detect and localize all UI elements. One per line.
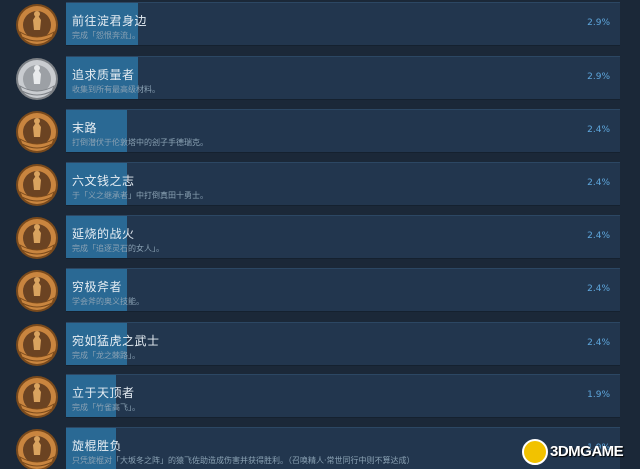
figure-kneel-icon [14, 2, 60, 48]
achievement-title: 追求质量者 [72, 68, 135, 82]
progress-bar [66, 2, 620, 46]
woman-icon [14, 215, 60, 261]
watermark-text: 3DMGAME [550, 443, 624, 460]
achievement-row[interactable]: 立于天顶者完成「竹雀高飞」。 1.9% [0, 372, 640, 420]
tiger-samurai-icon [14, 322, 60, 368]
achievement-row[interactable]: 末路打倒潜伏于伦敦塔中的刽子手德瑞克。 2.4% [0, 107, 640, 155]
unlock-percentage: 2.9% [587, 18, 610, 28]
achievement-title: 延烧的战火 [72, 227, 135, 241]
warrior-icon [14, 162, 60, 208]
progress-bar [66, 374, 620, 418]
unlock-percentage: 2.4% [587, 338, 610, 348]
achievement-title: 六文钱之志 [72, 174, 135, 188]
progress-bar [66, 268, 620, 312]
achievement-description: 于「义之继承者」中打倒真田十勇士。 [72, 191, 208, 200]
achievement-title: 穷极斧者 [72, 280, 123, 294]
unlock-percentage: 2.9% [587, 72, 610, 82]
tonfa-icon [14, 427, 60, 469]
bird-icon [14, 374, 60, 420]
achievement-row[interactable]: 延烧的战火完成「追逐灵石的女人」。 2.4% [0, 213, 640, 261]
achievement-row[interactable]: 六文钱之志于「义之继承者」中打倒真田十勇士。 2.4% [0, 160, 640, 208]
achievement-title: 宛如猛虎之武士 [72, 334, 160, 348]
unlock-percentage: 2.4% [587, 284, 610, 294]
achievement-title: 前往淀君身边 [72, 14, 148, 28]
achievement-description: 完成「追逐灵石的女人」。 [72, 244, 164, 253]
unlock-percentage: 2.4% [587, 178, 610, 188]
unlock-percentage: 1.9% [587, 390, 610, 400]
achievement-title: 末路 [72, 121, 98, 135]
achievement-row[interactable]: 追求质量者收集到所有最高级材料。 2.9% [0, 54, 640, 102]
swirl-icon [14, 56, 60, 102]
achievement-description: 只凭旋棍对「大坂冬之阵」的猿飞佐助造成伤害并获得胜利。（召唤精人·常世同行中则不… [72, 456, 415, 465]
achievement-title: 立于天顶者 [72, 386, 135, 400]
executioner-icon [14, 109, 60, 155]
achievement-description: 收集到所有最高级材料。 [72, 85, 160, 94]
achievement-description: 完成「龙之棘路」。 [72, 351, 140, 360]
achievement-row[interactable]: 宛如猛虎之武士完成「龙之棘路」。 2.4% [0, 320, 640, 368]
achievement-description: 完成「竹雀高飞」。 [72, 403, 140, 412]
achievement-list: 前往淀君身边完成「怨恨奔流」。 2.9% 追求质量者收集到所有最高级材料。 2.9% 末… [0, 0, 640, 469]
achievement-row[interactable]: 前往淀君身边完成「怨恨奔流」。 2.9% [0, 0, 640, 48]
mascot-icon [522, 439, 548, 465]
achievement-description: 完成「怨恨奔流」。 [72, 31, 140, 40]
achievement-description: 打倒潜伏于伦敦塔中的刽子手德瑞克。 [72, 138, 208, 147]
achievement-description: 学会斧的奥义技能。 [72, 297, 144, 306]
achievement-title: 旋棍胜负 [72, 439, 123, 453]
watermark-logo: 3DMGAME [522, 439, 634, 465]
unlock-percentage: 2.4% [587, 231, 610, 241]
achievement-row[interactable]: 穷极斧者学会斧的奥义技能。 2.4% [0, 266, 640, 314]
unlock-percentage: 2.4% [587, 125, 610, 135]
axe-icon [14, 268, 60, 314]
